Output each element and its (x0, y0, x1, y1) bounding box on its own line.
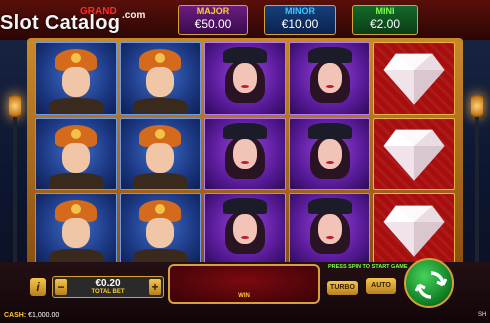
cash-value: €1,000.00 (28, 312, 60, 319)
symbol-lady (204, 42, 286, 115)
symbol-lady (288, 117, 371, 191)
jackpot-major-value: €50.00 (194, 17, 232, 31)
info-button[interactable]: i (30, 278, 46, 296)
symbol-lady (204, 117, 286, 191)
symbol-lady (288, 42, 371, 115)
symbol-detective (119, 117, 202, 191)
logo: GRAND Slot Catalog .com (0, 4, 170, 40)
street-lamp-left (8, 95, 22, 265)
symbol-diamond (373, 193, 455, 266)
symbol-detective (35, 42, 117, 115)
symbol-detective (35, 193, 117, 266)
footer-right-text: SH (478, 312, 487, 318)
reel-4 (288, 42, 371, 266)
turbo-button[interactable]: TURBO (327, 281, 358, 295)
spin-arrows-icon (415, 271, 447, 299)
symbol-detective (119, 193, 202, 266)
jackpot-major: MAJOR €50.00 (178, 5, 248, 35)
bet-decrease-button[interactable]: − (55, 279, 67, 295)
jackpot-mini: MINI €2.00 (352, 5, 418, 35)
bet-increase-button[interactable]: + (149, 279, 161, 295)
reel-1 (35, 42, 117, 266)
spin-button[interactable] (404, 258, 454, 308)
symbol-diamond (373, 42, 455, 115)
jackpot-major-label: MAJOR (196, 6, 230, 16)
logo-suffix: .com (122, 10, 146, 21)
reel-5 (373, 42, 455, 266)
bet-selector: − €0.20 TOTAL BET + (52, 276, 164, 298)
bet-label: TOTAL BET (91, 289, 125, 295)
symbol-diamond (373, 117, 455, 191)
cash-readout: CASH: €1,000.00 (4, 312, 59, 319)
bet-value: €0.20 (95, 278, 121, 289)
symbol-detective (119, 42, 202, 115)
win-label: WIN (238, 293, 250, 299)
symbol-lady (288, 193, 371, 266)
jackpot-header: GRAND Slot Catalog .com MAJOR €50.00 MIN… (0, 0, 490, 40)
jackpot-minor-value: €10.00 (281, 17, 319, 31)
jackpot-minor-label: MINOR (285, 6, 315, 16)
win-display: WIN (168, 264, 320, 304)
cash-label: CASH: (4, 312, 27, 319)
jackpot-minor: MINOR €10.00 (264, 5, 336, 35)
reel-2 (119, 42, 202, 266)
reel-3 (204, 42, 286, 266)
jackpot-mini-value: €2.00 (369, 17, 401, 31)
autoplay-button[interactable]: AUTO (366, 278, 396, 294)
logo-text: Slot Catalog (0, 12, 121, 34)
street-lamp-right (470, 95, 484, 265)
reel-grid (35, 42, 455, 266)
symbol-detective (35, 117, 117, 191)
jackpot-mini-label: MINI (375, 6, 395, 16)
symbol-lady (204, 193, 286, 266)
spin-hint: PRESS SPIN TO START GAME (328, 264, 408, 270)
